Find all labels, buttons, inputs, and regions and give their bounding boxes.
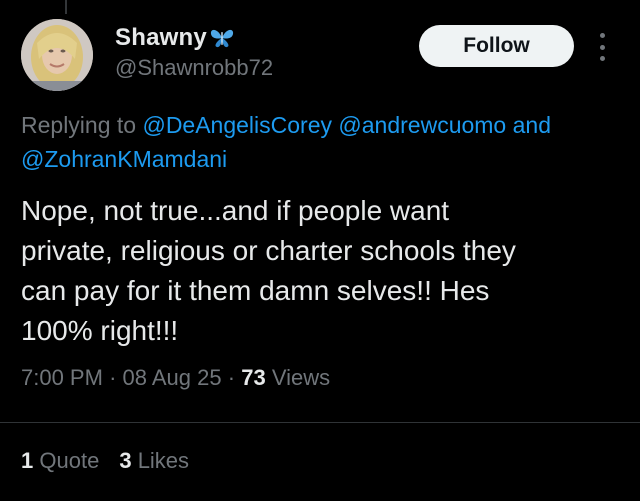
tweet-line: 100% right!!! (21, 315, 179, 346)
tweet-line: can pay for it them damn selves!! Hes (21, 275, 490, 306)
reply-context: Replying to @DeAngelisCorey @andrewcuomo… (21, 108, 640, 176)
tweet-time[interactable]: 7:00 PM (21, 365, 103, 390)
thread-connector-line (65, 0, 67, 14)
divider (0, 422, 640, 423)
mention-deangeliscorey[interactable]: @DeAngelisCorey (142, 112, 332, 138)
views-count: 73 (241, 365, 266, 390)
quotes-stat[interactable]: 1 Quote (21, 448, 99, 474)
meta-separator: · (227, 365, 236, 390)
tweet-meta: 7:00 PM · 08 Aug 25 · 73 Views (21, 365, 330, 391)
tweet-text: Nope, not true...and if people want priv… (21, 191, 631, 351)
avatar[interactable] (21, 19, 93, 91)
more-dot (599, 56, 605, 61)
tweet-date[interactable]: 08 Aug 25 (123, 365, 222, 390)
tweet-line: Nope, not true...and if people want (21, 195, 450, 226)
more-dot (599, 44, 605, 50)
more-dot (599, 33, 605, 38)
likes-label: Likes (137, 448, 190, 473)
author-handle[interactable]: @Shawnrobb72 (115, 55, 273, 81)
replying-prefix: Replying to (21, 112, 137, 138)
views-label: Views (271, 365, 331, 390)
more-vertical-icon[interactable] (596, 33, 608, 61)
tweet-line: private, religious or charter schools th… (21, 235, 516, 266)
mention-joiner: and (512, 112, 551, 138)
follow-button[interactable]: Follow (419, 25, 574, 67)
butterfly-icon (209, 26, 235, 50)
quotes-label: Quote (39, 448, 100, 473)
mention-andrewcuomo[interactable]: @andrewcuomo (338, 112, 506, 138)
meta-separator: · (109, 365, 117, 390)
author-name[interactable]: Shawny (115, 24, 207, 52)
avatar-photo (21, 19, 93, 91)
quotes-count: 1 (21, 448, 34, 473)
mention-zohrankmamdani[interactable]: @ZohranKMamdani (21, 146, 227, 172)
likes-stat[interactable]: 3 Likes (119, 448, 189, 474)
likes-count: 3 (119, 448, 132, 473)
author-name-row[interactable]: Shawny (115, 20, 235, 56)
tweet-stats: 1 Quote 3 Likes (21, 448, 189, 474)
